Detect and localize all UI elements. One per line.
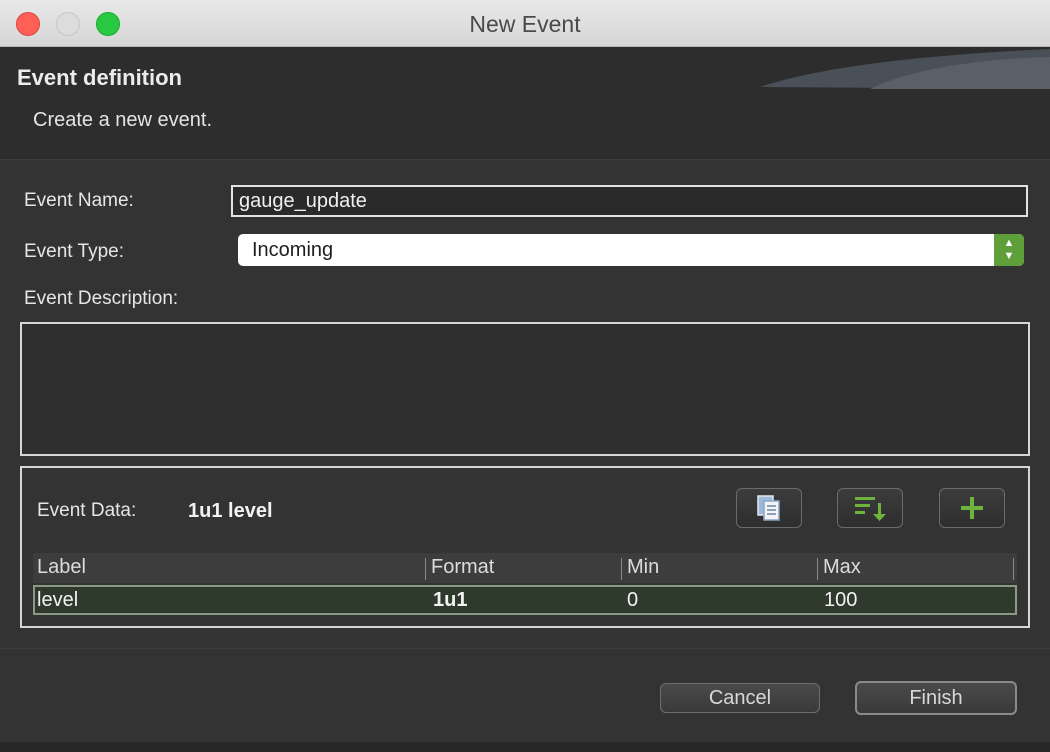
column-header-format[interactable]: Format xyxy=(431,556,494,579)
title-bar: New Event xyxy=(0,0,1050,47)
event-type-label: Event Type: xyxy=(24,241,124,262)
event-data-group: Event Data: 1u1 level Label Format Min M… xyxy=(20,466,1030,628)
sort-button[interactable] xyxy=(837,488,903,528)
column-divider[interactable] xyxy=(817,558,818,580)
cell-label: level xyxy=(37,589,79,611)
sort-icon xyxy=(855,497,886,521)
table-row[interactable]: level 1u1 0 100 xyxy=(33,585,1017,615)
chevron-up-down-icon: ▲ ▼ xyxy=(994,234,1024,266)
column-header-label[interactable]: Label xyxy=(37,556,86,579)
column-divider[interactable] xyxy=(425,558,426,580)
add-button[interactable] xyxy=(939,488,1005,528)
column-header-min[interactable]: Min xyxy=(627,556,659,579)
page-subtitle: Create a new event. xyxy=(33,109,212,131)
cell-min: 0 xyxy=(627,589,639,611)
window-title: New Event xyxy=(469,11,581,37)
event-data-summary: 1u1 level xyxy=(188,500,273,522)
cancel-button[interactable]: Cancel xyxy=(660,683,820,713)
event-name-input[interactable]: gauge_update xyxy=(231,185,1028,217)
paste-button[interactable] xyxy=(736,488,802,528)
footer-divider xyxy=(0,648,1050,649)
banner-graphic xyxy=(760,49,1050,89)
background-window-strip xyxy=(0,742,1050,752)
event-name-value: gauge_update xyxy=(239,190,367,212)
event-description-textarea[interactable] xyxy=(20,322,1030,456)
cell-max: 100 xyxy=(824,589,858,611)
column-header-max[interactable]: Max xyxy=(823,556,861,579)
wizard-header: Event definition Create a new event. xyxy=(0,47,1050,160)
column-divider[interactable] xyxy=(621,558,622,580)
event-name-label: Event Name: xyxy=(24,190,134,211)
cell-format: 1u1 xyxy=(433,589,468,611)
finish-button[interactable]: Finish xyxy=(855,681,1017,715)
event-type-value: Incoming xyxy=(252,239,334,261)
event-description-label: Event Description: xyxy=(24,288,179,309)
column-divider[interactable] xyxy=(1013,558,1014,580)
add-icon xyxy=(961,497,983,519)
page-title: Event definition xyxy=(17,65,182,90)
paste-icon xyxy=(757,495,780,521)
new-event-dialog: New Event Event definition Create a new … xyxy=(0,0,1050,752)
event-type-select[interactable]: Incoming ▲ ▼ xyxy=(238,234,1024,266)
event-data-label: Event Data: xyxy=(37,500,137,521)
event-data-table-header: Label Format Min Max xyxy=(33,553,1017,583)
